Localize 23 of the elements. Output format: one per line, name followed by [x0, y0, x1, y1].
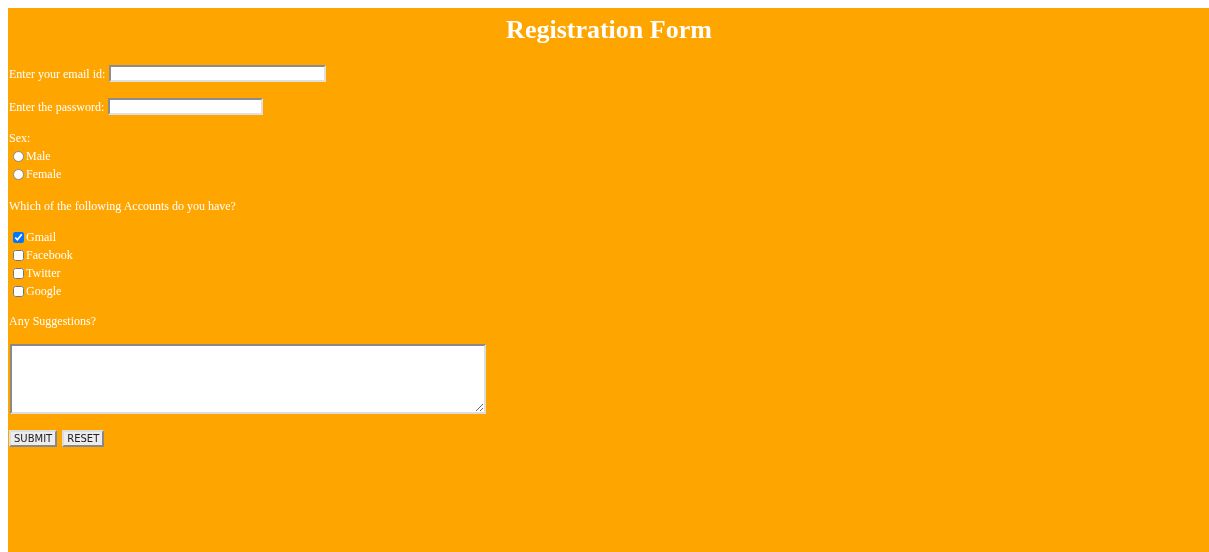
form-title: Registration Form — [505, 14, 713, 46]
checkbox[interactable] — [13, 267, 24, 279]
checkbox[interactable] — [13, 249, 24, 261]
email-field[interactable] — [109, 65, 327, 82]
checkbox-label: Gmail — [26, 229, 56, 246]
radio-label: Male — [26, 148, 51, 165]
checkbox[interactable] — [13, 231, 24, 243]
checkbox-label: Twitter — [26, 265, 61, 282]
form-button[interactable]: RESET — [62, 430, 105, 447]
checkbox-label: Google — [26, 283, 62, 300]
suggestions-label: Any Suggestions? — [9, 313, 96, 330]
question-text: Which of the following Accounts do you have? — [9, 198, 236, 215]
sex-label: Sex: — [9, 130, 31, 147]
password-field[interactable] — [108, 98, 264, 115]
form-button[interactable]: SUBMIT — [9, 430, 58, 447]
checkbox-label: Facebook — [26, 247, 73, 264]
field-label: Enter your email id: — [9, 65, 106, 83]
radio-label: Female — [26, 166, 62, 183]
checkbox[interactable] — [13, 285, 24, 297]
radio-button[interactable] — [13, 150, 24, 162]
field-label: Enter the password: — [9, 98, 105, 116]
radio-button[interactable] — [13, 168, 24, 180]
suggestions-field[interactable] — [10, 344, 486, 414]
